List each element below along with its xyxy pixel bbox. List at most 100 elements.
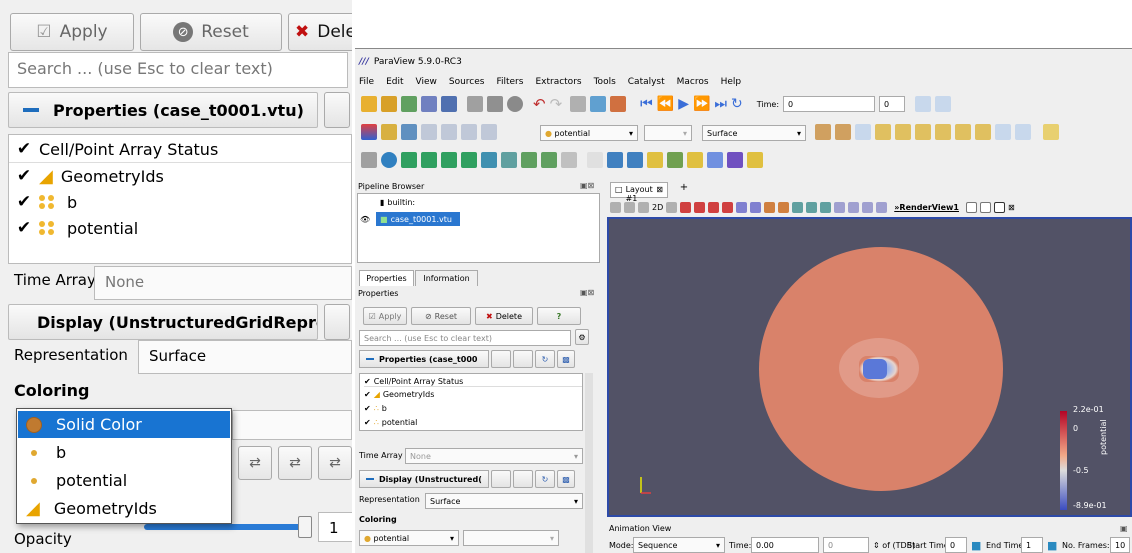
split-vertical-icon[interactable] [979,201,991,213]
time-input[interactable]: 0 [783,96,876,112]
menu-view[interactable]: View [416,77,437,91]
reset-view-icon[interactable] [624,201,635,213]
slice-icon[interactable] [421,152,437,168]
option-b[interactable]: b [18,439,230,466]
view-minus-z-icon[interactable] [975,124,991,140]
array-item-b[interactable]: ✔ ∴ b [364,403,387,414]
tab-properties[interactable]: Properties [359,270,414,286]
view-plus-z-icon[interactable] [955,124,971,140]
apply-button[interactable]: ☑ Apply [363,307,407,325]
help-button[interactable]: ? [537,307,581,325]
pipeline-row[interactable]: 👁 [360,214,370,225]
representation-select[interactable]: Surface [138,340,352,374]
bar-chart-icon[interactable] [627,152,643,168]
rescale-over-time-icon[interactable] [481,124,497,140]
coloring-select[interactable]: ● potential ▾ [359,530,459,546]
start-time-input[interactable]: 0 [945,537,967,553]
threshold-icon[interactable] [441,152,457,168]
interactive-select-icon[interactable] [750,201,762,213]
select-polygon-icon[interactable] [722,201,734,213]
checkbox-icon[interactable]: ✔ [17,167,31,184]
auto-apply-icon[interactable] [507,96,523,112]
search-input[interactable]: Search ... (use Esc to clear text) [359,330,571,346]
undo-icon[interactable]: ↶ [533,95,546,113]
array-item-potential[interactable]: ✔ potential [9,215,138,241]
properties-section-header[interactable]: Properties (case_t000 [359,350,489,368]
view-minus-x-icon[interactable] [895,124,911,140]
representation-type-select[interactable]: Surface ▾ [702,125,806,141]
anim-time-input[interactable]: 0.00 [751,537,819,553]
save-defaults-button[interactable]: ▩ [557,350,575,368]
zoom-to-box-icon[interactable] [855,124,871,140]
connect-icon[interactable] [421,96,437,112]
builtin-item[interactable]: ▮ builtin: [380,197,415,208]
menu-edit[interactable]: Edit [386,77,403,91]
select-points-frustum-icon[interactable] [708,201,720,213]
braces-icon[interactable] [727,152,743,168]
reset-camera-icon[interactable] [815,124,831,140]
open-icon[interactable] [361,96,377,112]
stream-tracer-icon[interactable] [501,152,517,168]
close-tab-icon[interactable]: ⊠ [656,185,663,195]
checkbox-icon[interactable]: ✔ [364,390,371,399]
refresh-button[interactable]: ↻ [535,350,555,368]
lock-end-icon[interactable]: ■ [1047,539,1057,552]
view-plus-x-icon[interactable] [875,124,891,140]
tab-layout-1[interactable]: □ Layout #1 ⊠ [610,182,668,203]
checkbox-icon[interactable]: ✔ [17,219,31,236]
end-time-input[interactable]: 1 [1021,537,1043,553]
temporal-icon[interactable] [687,152,703,168]
split-horizontal-icon[interactable] [965,201,977,213]
rescale-custom-button[interactable]: ⇄ [278,446,312,480]
delete-button[interactable]: ✖ Delete [475,307,533,325]
checkbox-icon[interactable]: ✔ [17,141,31,158]
reset-camera-closest-icon[interactable] [835,124,851,140]
properties-scrollbar[interactable] [585,373,593,553]
array-item-geometryids[interactable]: ✔ ◢ GeometryIds [364,389,434,400]
play-icon[interactable]: ▶ [678,96,689,112]
color-map-editor-icon[interactable] [381,124,397,140]
paste-button[interactable] [513,350,533,368]
rotate-ccw-icon[interactable] [1015,124,1031,140]
menu-file[interactable]: File [359,77,374,91]
save-state-icon[interactable] [467,96,483,112]
plot-icon[interactable] [587,152,603,168]
calculator-icon[interactable] [361,152,377,168]
option-solid-color[interactable]: Solid Color [18,411,230,438]
time-index-spinbox[interactable]: 0 [879,96,906,112]
save-data-icon[interactable] [401,96,417,112]
display-section-header[interactable]: Display (Unstructured( [359,470,489,488]
pipeline-item-case[interactable]: ■ case_t0001.vtu [376,212,460,226]
animation-close-icon[interactable]: ▣ [1120,524,1128,533]
snowflake-icon[interactable] [707,152,723,168]
glyph-icon[interactable] [481,152,497,168]
copy-button[interactable] [491,350,511,368]
next-frame-icon[interactable]: ⏩ [693,96,710,112]
loop-icon[interactable]: ↻ [731,96,743,112]
menu-help[interactable]: Help [721,77,742,91]
option-potential[interactable]: potential [18,467,230,494]
select-points-icon[interactable] [680,201,692,213]
array-item-geometryids[interactable]: ✔ ◢ GeometryIds [9,163,164,189]
menu-filters[interactable]: Filters [496,77,523,91]
tab-information[interactable]: Information [415,270,478,286]
copy-display-button[interactable] [324,304,350,340]
time-array-select[interactable]: None [94,266,352,300]
reset-button[interactable]: ⊘ Reset [140,13,282,51]
previous-frame-icon[interactable]: ⏪ [657,96,674,112]
menu-tools[interactable]: Tools [594,77,616,91]
redo-icon[interactable]: ↷ [550,95,563,113]
reset-range-icon[interactable] [401,124,417,140]
clear-selection-icon[interactable] [820,201,832,213]
view-2d-toggle[interactable]: 2D [652,203,663,212]
probe-icon[interactable] [876,201,888,213]
extract-level-icon[interactable] [561,152,577,168]
rescale-visible-button[interactable]: ⇄ [318,446,352,480]
grow-selection-icon[interactable] [792,201,804,213]
representation-select[interactable]: Surface ▾ [425,493,583,509]
group-icon[interactable] [541,152,557,168]
palette-icon[interactable] [610,96,627,112]
checkbox-icon[interactable]: ✔ [364,418,371,427]
add-layout-tab[interactable]: + [672,182,696,198]
copy-display-button[interactable] [491,470,511,488]
